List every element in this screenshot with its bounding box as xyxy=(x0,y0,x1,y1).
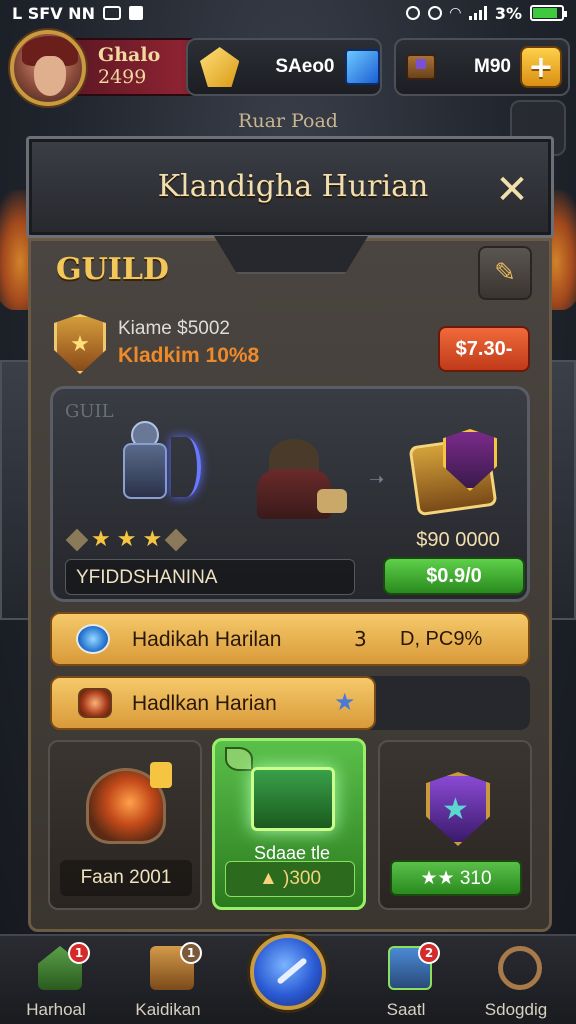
guild-dialog: Klandigha Hurian ✕ GUILD ✎ ★ Kiame $5002… xyxy=(26,136,554,932)
dialog-header: Klandigha Hurian ✕ xyxy=(26,136,554,238)
dialog-title: Klandigha Hurian xyxy=(157,169,429,204)
close-button[interactable]: ✕ xyxy=(489,167,535,213)
treasure-price: $90 0000 xyxy=(416,529,500,551)
offer-banner-1[interactable]: Hadikah Harilan 3 D, PC9% xyxy=(50,612,530,666)
search-icon xyxy=(498,946,542,990)
hero-rating: ★ ★ ★ xyxy=(65,527,188,552)
bone-item-icon xyxy=(317,489,347,513)
battery-icon xyxy=(530,5,567,21)
nav-label: Saatl xyxy=(386,1000,426,1019)
star-icon: ★ xyxy=(442,792,469,827)
treasure-image xyxy=(403,421,513,517)
diamond-icon xyxy=(65,528,89,551)
shop-card-helmet[interactable]: Faan 2001 xyxy=(48,740,202,910)
nav-badge: 1 xyxy=(68,942,90,964)
guild-info-line2: Kladkim 10%8 xyxy=(118,344,260,367)
shop-card-3-label: ★★ 310 xyxy=(390,860,522,896)
nav-label: Kaidikan xyxy=(135,1000,201,1019)
nav-badge: 1 xyxy=(180,942,202,964)
blue-gem-icon xyxy=(344,49,380,85)
gold-crystal-icon xyxy=(200,47,240,87)
signal-icon xyxy=(468,6,487,20)
shop-card-shield[interactable]: ★ ★★ 310 xyxy=(378,740,532,910)
star-icon: ★ xyxy=(91,527,111,552)
wifi-icon: ◠ xyxy=(450,5,461,21)
currency2-panel[interactable]: M90 + xyxy=(394,38,570,96)
battery-text: 3% xyxy=(494,3,522,23)
currency2-value: M90 xyxy=(474,56,511,77)
arrow-icon: ➝ xyxy=(369,469,385,490)
add-currency-button[interactable]: + xyxy=(520,46,562,88)
star-icon: ★ xyxy=(142,527,163,552)
shop-card-chest[interactable]: Sdaae tle ▲ )300 xyxy=(212,738,366,910)
center-action-button[interactable] xyxy=(250,934,326,1010)
currency1-value: SAeo0 xyxy=(275,56,335,77)
background-title: Ruar Poad xyxy=(238,110,338,132)
nav-item-harhoal[interactable]: 1 Harhoal xyxy=(6,942,106,1024)
diamond-icon xyxy=(164,528,188,551)
status-bar: L SFV NN ◠ 3% xyxy=(0,0,576,26)
avatar-face xyxy=(34,56,66,96)
buy-button[interactable]: $0.9/0 xyxy=(383,557,525,595)
status-left-text: L SFV NN xyxy=(12,3,95,23)
leaf-icon xyxy=(225,747,253,771)
nav-item-kaidikan[interactable]: 1 Kaidikan xyxy=(118,942,218,1024)
header-notch xyxy=(214,236,368,274)
edit-guild-button[interactable]: ✎ xyxy=(478,246,532,300)
gem-icon xyxy=(150,762,172,788)
chest-icon xyxy=(251,767,335,831)
offer-banner-1-label: Hadikah Harilan xyxy=(132,628,282,651)
shop-card-2-label: ▲ )300 xyxy=(225,861,355,897)
nav-label: Harhoal xyxy=(26,1000,86,1019)
showcase-item-name: YFIDDSHANINA xyxy=(65,559,355,595)
knight-hero-image xyxy=(93,413,201,523)
alarm-icon xyxy=(406,6,421,20)
top-resource-bar: Ghalo 2499 SAeo0 M90 + xyxy=(6,30,570,106)
quill-icon xyxy=(276,957,308,985)
item-showcase[interactable]: GUIL ★ ★ ★ ➝ $90 0000 YFIDDSHANINA $0.9/… xyxy=(50,386,530,602)
offer-banner-1-extra: 3 xyxy=(354,627,367,651)
nav-badge: 2 xyxy=(418,942,440,964)
blue-star-icon: ★ xyxy=(334,688,356,716)
guild-section-label: GUILD xyxy=(56,252,169,287)
offer-banner-2[interactable]: Hadlkan Harian ★ xyxy=(50,676,376,730)
nav-item-sdogdig[interactable]: Sdogdig xyxy=(466,942,566,1024)
offer-banner-1-value: D, PC9% xyxy=(400,628,483,650)
currency1-panel[interactable]: SAeo0 xyxy=(186,38,382,96)
offer-banner-2-label: Hadlkan Harian xyxy=(132,692,277,715)
blue-orb-icon xyxy=(76,624,110,654)
notification-icon xyxy=(102,6,121,20)
guild-info-line1: Kiame $5002 xyxy=(118,318,230,339)
app-icon xyxy=(128,6,143,20)
star-icon: ★ xyxy=(116,527,137,552)
nav-label: Sdogdig xyxy=(484,1000,548,1019)
avatar[interactable] xyxy=(10,30,86,106)
shop-card-1-label: Faan 2001 xyxy=(60,860,192,896)
nav-item-saatl[interactable]: 2 Saatl xyxy=(356,942,456,1024)
red-gauntlet-icon xyxy=(78,688,112,718)
pen-icon: ✎ xyxy=(494,258,516,288)
price-button[interactable]: $7.30- xyxy=(438,326,530,372)
clock-icon xyxy=(428,6,443,20)
chest-icon xyxy=(406,54,436,80)
